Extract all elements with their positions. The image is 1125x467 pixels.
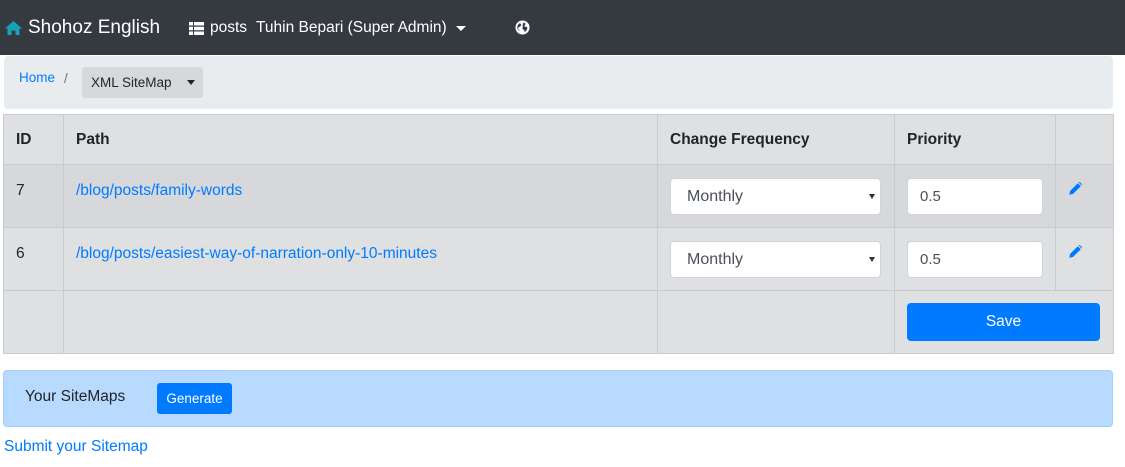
nav-posts-label: posts — [210, 19, 248, 36]
select-arrow-icon — [869, 194, 875, 199]
row-frequency-cell: Monthly — [657, 227, 895, 291]
select-arrow-icon — [869, 257, 875, 262]
top-navbar: Shohoz English posts Tuhin Bepari (Super… — [0, 0, 1125, 55]
footer-empty-cell — [63, 290, 658, 354]
row-edit-cell — [1055, 227, 1114, 291]
caret-down-icon — [455, 25, 466, 31]
sitemap-table-container: ID Path Change Frequency Priority 7 /blo… — [3, 114, 1114, 354]
priority-input[interactable]: 0.5 — [907, 241, 1043, 278]
column-header-id: ID — [3, 114, 64, 165]
caret-down-icon — [187, 80, 195, 85]
home-icon — [5, 21, 22, 35]
row-id: 7 — [3, 164, 64, 228]
brand-link[interactable]: Shohoz English — [4, 14, 160, 42]
footer-empty-cell — [3, 290, 64, 354]
column-header-actions — [1055, 114, 1114, 165]
row-path-link[interactable]: /blog/posts/family-words — [76, 182, 242, 199]
priority-value: 0.5 — [920, 251, 941, 268]
row-path-cell: /blog/posts/family-words — [63, 164, 658, 228]
row-path-link[interactable]: /blog/posts/easiest-way-of-narration-onl… — [76, 245, 437, 262]
globe-icon[interactable] — [515, 20, 530, 35]
row-edit-cell — [1055, 164, 1114, 228]
table-header-row: ID Path Change Frequency Priority — [3, 114, 1114, 165]
breadcrumb: Home / XML SiteMap — [4, 56, 1113, 109]
row-frequency-cell: Monthly — [657, 164, 895, 228]
table-footer-row: Save — [3, 290, 1114, 354]
table-row: 7 /blog/posts/family-words Monthly 0.5 — [3, 164, 1114, 228]
breadcrumb-current: XML SiteMap — [91, 75, 172, 90]
sitemap-table: ID Path Change Frequency Priority 7 /blo… — [3, 114, 1114, 354]
user-dropdown[interactable]: Tuhin Bepari (Super Admin) — [256, 16, 466, 40]
row-path-cell: /blog/posts/easiest-way-of-narration-onl… — [63, 227, 658, 291]
nav-posts-link[interactable]: posts — [189, 16, 247, 40]
column-header-priority: Priority — [894, 114, 1056, 165]
pencil-icon[interactable] — [1068, 181, 1083, 196]
save-button[interactable]: Save — [907, 303, 1100, 341]
pencil-icon[interactable] — [1068, 244, 1083, 259]
row-priority-cell: 0.5 — [894, 227, 1056, 291]
breadcrumb-sitemap-dropdown[interactable]: XML SiteMap — [82, 67, 203, 98]
breadcrumb-separator: / — [64, 71, 68, 86]
priority-value: 0.5 — [920, 188, 941, 205]
column-header-frequency: Change Frequency — [657, 114, 895, 165]
sitemaps-label: Your SiteMaps — [25, 388, 126, 405]
list-icon — [189, 21, 204, 35]
user-name: Tuhin Bepari (Super Admin) — [256, 19, 447, 36]
frequency-select[interactable]: Monthly — [670, 178, 881, 215]
submit-sitemap-link[interactable]: Submit your Sitemap — [4, 438, 148, 456]
breadcrumb-home-link[interactable]: Home — [19, 70, 55, 85]
generate-button[interactable]: Generate — [157, 383, 232, 414]
brand-text: Shohoz English — [28, 17, 161, 38]
footer-empty-cell — [657, 290, 895, 354]
frequency-select[interactable]: Monthly — [670, 241, 881, 278]
footer-save-cell: Save — [894, 290, 1114, 354]
table-row: 6 /blog/posts/easiest-way-of-narration-o… — [3, 227, 1114, 291]
column-header-path: Path — [63, 114, 658, 165]
row-priority-cell: 0.5 — [894, 164, 1056, 228]
row-id: 6 — [3, 227, 64, 291]
sitemaps-alert: Your SiteMaps Generate — [3, 370, 1113, 427]
priority-input[interactable]: 0.5 — [907, 178, 1043, 215]
frequency-value: Monthly — [687, 187, 744, 205]
frequency-value: Monthly — [687, 250, 744, 268]
